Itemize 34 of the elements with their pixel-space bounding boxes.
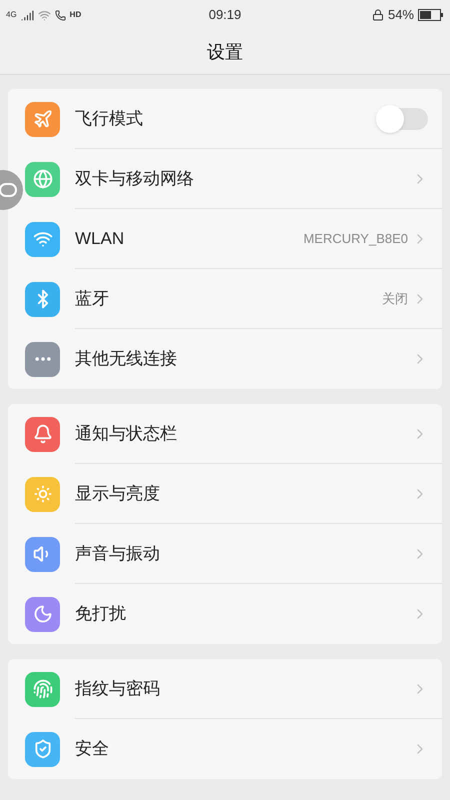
- settings-row[interactable]: 通知与状态栏: [25, 404, 442, 464]
- row-value: 关闭: [382, 290, 408, 308]
- settings-row[interactable]: 指纹与密码: [25, 659, 442, 719]
- network-label: 4G: [6, 9, 17, 21]
- page-title: 设置: [207, 40, 243, 64]
- phone-icon: [54, 10, 66, 20]
- battery-icon: [418, 9, 444, 21]
- settings-row[interactable]: 蓝牙 关闭: [25, 269, 442, 329]
- row-label: 免打扰: [75, 603, 127, 626]
- row-label: 蓝牙: [75, 288, 110, 310]
- clock: 09:19: [208, 6, 242, 24]
- settings-row[interactable]: 其他无线连接: [25, 329, 442, 389]
- row-label: 指纹与密码: [75, 678, 161, 700]
- signal-icon: [20, 8, 34, 22]
- settings-row[interactable]: 免打扰: [25, 584, 442, 644]
- row-label: 双卡与移动网络: [75, 168, 195, 190]
- settings-row[interactable]: 声音与振动: [25, 524, 442, 584]
- row-value: MERCURY_B8E0: [303, 230, 408, 248]
- hd-label: HD: [70, 9, 82, 21]
- row-label: 飞行模式: [75, 108, 144, 130]
- settings-row[interactable]: 显示与亮度: [25, 464, 442, 524]
- battery-percent: 54%: [388, 6, 414, 24]
- settings-row[interactable]: 双卡与移动网络: [25, 149, 442, 209]
- settings-row[interactable]: 安全: [25, 719, 442, 779]
- row-label: 声音与振动: [75, 542, 161, 565]
- row-label: 通知与状态栏: [75, 422, 178, 445]
- row-label: WLAN: [75, 228, 126, 250]
- row-label: 显示与亮度: [75, 482, 161, 505]
- row-label: 其他无线连接: [75, 348, 178, 370]
- settings-row[interactable]: 飞行模式: [25, 89, 442, 149]
- row-label: 安全: [75, 738, 110, 760]
- settings-row[interactable]: WLAN MERCURY_B8E0: [25, 209, 442, 269]
- rotation-lock-icon: [372, 9, 384, 21]
- wifi-status-icon: [38, 8, 51, 22]
